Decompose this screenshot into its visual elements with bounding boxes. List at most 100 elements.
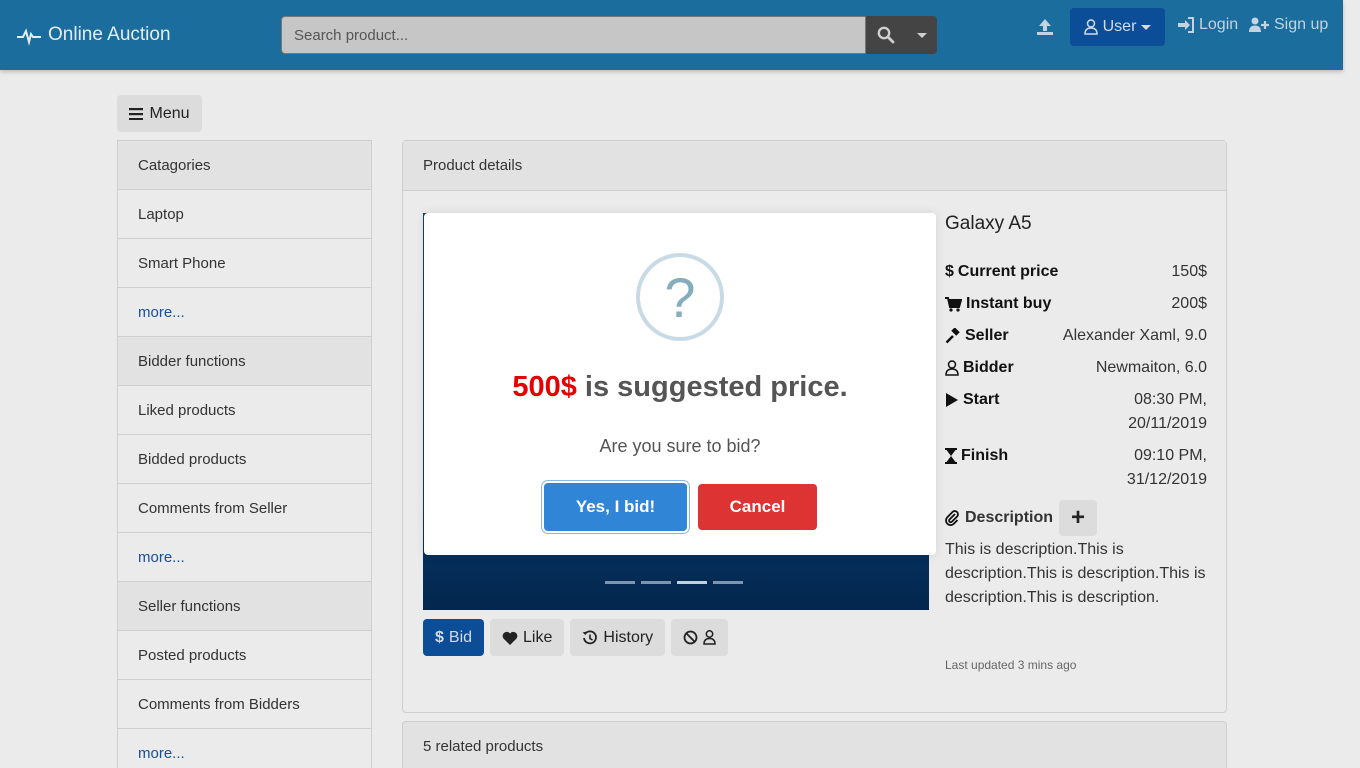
search-dropdown-toggle[interactable] bbox=[906, 16, 937, 54]
sidebar-head-categories: Catagories bbox=[118, 141, 371, 190]
start-value: 08:30 PM, 20/11/2019 bbox=[1128, 391, 1207, 432]
brand-name: Online Auction bbox=[48, 24, 171, 45]
current-price-row: $ Current price 150$ bbox=[945, 260, 1207, 284]
sidebar-item-posted-products[interactable]: Posted products bbox=[118, 631, 371, 680]
carousel-indicator-active[interactable] bbox=[677, 581, 707, 584]
hourglass-icon bbox=[945, 448, 957, 464]
ban-icon bbox=[683, 630, 698, 645]
bid-confirm-dialog: ? 500$ is suggested price. Are you sure … bbox=[424, 213, 936, 555]
dialog-title-text: is suggested price. bbox=[576, 371, 848, 403]
expand-description-button[interactable]: + bbox=[1059, 500, 1098, 536]
heart-icon bbox=[502, 631, 518, 645]
bidder-value[interactable]: Newmaiton, 6.0 bbox=[1057, 356, 1207, 380]
play-icon bbox=[946, 393, 958, 407]
user-icon bbox=[945, 360, 959, 376]
search-icon bbox=[877, 26, 895, 44]
auction-logo-icon bbox=[17, 28, 41, 46]
sidebar-item-laptop[interactable]: Laptop bbox=[118, 190, 371, 239]
bars-icon bbox=[129, 107, 144, 120]
product-name: Galaxy A5 bbox=[945, 213, 1032, 234]
brand[interactable]: Online Auction bbox=[16, 22, 171, 48]
sidebar-head-bidder: Bidder functions bbox=[118, 337, 371, 386]
sidebar-more-seller[interactable]: more... bbox=[118, 729, 371, 768]
instant-buy-value: 200$ bbox=[1171, 295, 1207, 312]
dialog-text: Are you sure to bid? bbox=[599, 436, 761, 456]
user-icon bbox=[1083, 19, 1098, 35]
login-link[interactable]: Login bbox=[1177, 16, 1238, 34]
current-price-label: Current price bbox=[957, 263, 1059, 280]
sidebar-more-bidder[interactable]: more... bbox=[118, 533, 371, 582]
sidebar-more-categories[interactable]: more... bbox=[118, 288, 371, 337]
sign-in-icon bbox=[1178, 17, 1194, 33]
sidebar-item-smart-phone[interactable]: Smart Phone bbox=[118, 239, 371, 288]
upload-icon[interactable] bbox=[1035, 17, 1055, 37]
user-icon bbox=[703, 630, 716, 645]
last-updated: Last updated 3 mins ago bbox=[945, 658, 1077, 672]
gavel-icon bbox=[945, 328, 960, 344]
instant-buy-row: Instant buy 200$ bbox=[945, 292, 1207, 316]
seller-label: Seller bbox=[965, 327, 1009, 344]
description-label: Description bbox=[965, 509, 1054, 526]
bid-label: Bid bbox=[448, 628, 473, 646]
question-mark: ? bbox=[664, 265, 696, 329]
history-button[interactable]: History bbox=[570, 619, 666, 656]
chevron-down-icon bbox=[916, 32, 927, 38]
sidebar-item-bidded-products[interactable]: Bidded products bbox=[118, 435, 371, 484]
bid-button[interactable]: $ Bid bbox=[423, 619, 485, 656]
sidebar-head-seller: Seller functions bbox=[118, 582, 371, 631]
search-group bbox=[281, 16, 937, 54]
bidder-label: Bidder bbox=[963, 359, 1014, 376]
dialog-actions: Yes, I bid! Cancel bbox=[544, 483, 817, 531]
login-label: Login bbox=[1199, 16, 1239, 33]
cart-icon bbox=[945, 296, 962, 312]
signup-label: Sign up bbox=[1274, 16, 1329, 33]
current-price-value: 150$ bbox=[1171, 263, 1207, 280]
plus-icon: + bbox=[1071, 504, 1086, 531]
description-header: Description + bbox=[945, 500, 1207, 536]
sidebar-item-comments-bidders[interactable]: Comments from Bidders bbox=[118, 680, 371, 729]
finish-label: Finish bbox=[961, 447, 1009, 464]
search-input[interactable] bbox=[281, 16, 866, 54]
confirm-bid-button[interactable]: Yes, I bid! bbox=[544, 483, 687, 531]
like-button[interactable]: Like bbox=[490, 619, 565, 656]
menu-toggle-button[interactable]: Menu bbox=[117, 95, 202, 132]
like-label: Like bbox=[523, 628, 553, 646]
signup-link[interactable]: Sign up bbox=[1249, 16, 1328, 34]
related-products-title: 5 related products bbox=[423, 738, 544, 755]
carousel-indicators bbox=[605, 581, 743, 584]
dollar-icon: $ bbox=[945, 263, 954, 280]
dialog-title: 500$ is suggested price. bbox=[424, 371, 936, 404]
chevron-down-icon bbox=[1141, 24, 1152, 30]
search-button[interactable] bbox=[866, 16, 906, 54]
user-plus-icon bbox=[1249, 17, 1269, 32]
sidebar-item-comments-seller[interactable]: Comments from Seller bbox=[118, 484, 371, 533]
seller-value[interactable]: Alexander Xaml, 9.0 bbox=[1057, 324, 1207, 348]
related-products-panel: 5 related products bbox=[402, 721, 1227, 768]
suggested-price: 500$ bbox=[512, 371, 577, 403]
finish-value: 09:10 PM, 31/12/2019 bbox=[1126, 447, 1207, 488]
menu-label: Menu bbox=[149, 104, 190, 122]
start-label: Start bbox=[963, 391, 1000, 408]
block-user-button[interactable] bbox=[671, 619, 729, 656]
question-icon: ? bbox=[636, 253, 724, 341]
top-navbar: Online Auction User Login Sign up bbox=[0, 0, 1343, 70]
paperclip-icon bbox=[945, 510, 959, 526]
user-label: User bbox=[1102, 18, 1137, 35]
carousel-indicator[interactable] bbox=[641, 581, 671, 584]
cancel-button[interactable]: Cancel bbox=[698, 484, 817, 530]
user-dropdown-button[interactable]: User bbox=[1070, 8, 1165, 46]
finish-row: Finish 09:10 PM, 31/12/2019 bbox=[945, 444, 1207, 492]
history-icon bbox=[582, 629, 598, 644]
history-label: History bbox=[603, 628, 654, 646]
product-actions: $ Bid Like History bbox=[423, 619, 729, 656]
instant-buy-label: Instant buy bbox=[966, 295, 1052, 312]
carousel-indicator[interactable] bbox=[713, 581, 743, 584]
panel-title: Product details bbox=[403, 141, 1226, 191]
seller-row: Seller Alexander Xaml, 9.0 bbox=[945, 324, 1207, 348]
description-text: This is description.This is description.… bbox=[945, 541, 1206, 606]
product-info: Galaxy A5 $ Current price 150$ Instant bu… bbox=[945, 213, 1207, 610]
sidebar-item-liked-products[interactable]: Liked products bbox=[118, 386, 371, 435]
carousel-indicator[interactable] bbox=[605, 581, 635, 584]
dollar-icon: $ bbox=[435, 628, 444, 646]
sidebar: Catagories Laptop Smart Phone more... Bi… bbox=[117, 140, 372, 768]
